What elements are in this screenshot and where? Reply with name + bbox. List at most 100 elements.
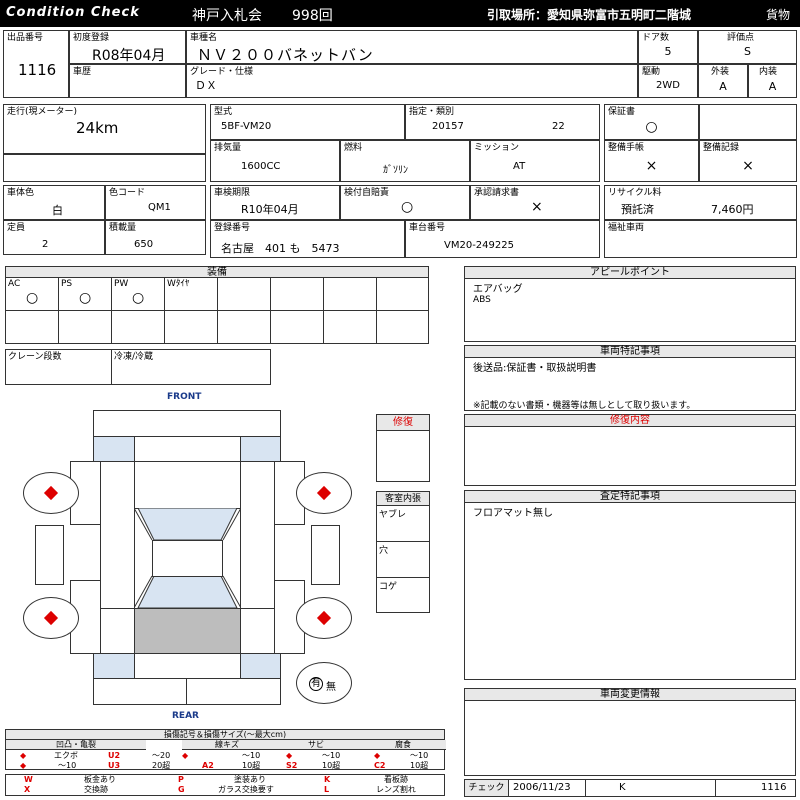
mileage-box: 走行(現メーター) 24km — [3, 104, 206, 154]
rear-label: REAR — [172, 711, 199, 721]
rear-bumper-left — [93, 678, 187, 705]
auction-session: 998回 — [292, 8, 333, 24]
body-color: 白 — [52, 204, 63, 217]
record-box: 整備記録 × — [699, 140, 797, 182]
model-label: 型式 — [214, 107, 233, 117]
inspection-label: 車検期限 — [214, 188, 251, 198]
change-panel: 車両変更情報 — [464, 688, 796, 776]
legend-group-rust: サビ ◆ 〜10 S2 10超 — [272, 740, 360, 770]
load-label: 積載量 — [109, 223, 137, 233]
cabin-label: 客室内張 — [377, 492, 429, 506]
capacity-label: 定員 — [7, 223, 26, 233]
check-row: チェック 2006/11/23 K 1116 — [464, 779, 796, 797]
mileage-label: 走行(現メーター) — [7, 107, 78, 117]
body-color-box: 車体色 白 — [3, 185, 105, 220]
grade: ＤＸ — [195, 79, 217, 92]
cabin-box: 客室内張 ヤブレ 穴 コゲ — [376, 491, 430, 613]
spec-number: 20157 — [432, 121, 464, 132]
grade-label: グレード・仕様 — [190, 67, 254, 77]
assess-line: フロアマット無し — [473, 508, 553, 519]
capacity: 2 — [42, 239, 49, 250]
warranty-box: 保証書 ○ — [604, 104, 699, 140]
mark-x-code: X — [24, 785, 31, 794]
recycle-status: 預託済 — [621, 203, 654, 216]
check-number: 1116 — [761, 782, 787, 793]
repair-detail-title: 修復内容 — [465, 415, 795, 427]
appeal-line-2: ABS — [473, 295, 491, 305]
displacement-box: 排気量 1600CC — [210, 140, 340, 182]
cabin-item-tear: ヤブレ — [377, 506, 429, 542]
spec-label: 指定・類別 — [409, 107, 455, 117]
special-line-1: 後送品:保証書・取扱説明書 — [473, 363, 597, 374]
exterior-box: 外装 A — [698, 64, 748, 98]
interior-grade: A — [768, 80, 777, 93]
special-line-2: ※記載のない書類・機器等は無しとして取り扱います。 — [473, 401, 696, 411]
history-label: 車歴 — [73, 67, 92, 77]
exterior-grade: A — [719, 80, 727, 93]
repair-detail-panel: 修復内容 — [464, 414, 796, 486]
approval-label: 承認請求書 — [474, 188, 520, 198]
fuel-label: 燃料 — [344, 143, 363, 153]
model-code: 5BF-VM20 — [221, 121, 272, 132]
equip-cell-ac: AC ○ — [5, 277, 59, 311]
diamond-icon: ◆ — [20, 751, 27, 760]
mission-label: ミッション — [474, 143, 520, 153]
cabin-item-burn: コゲ — [379, 582, 398, 592]
first-reg-label: 初度登録 — [73, 33, 110, 43]
legend-dent-a: エクボ — [54, 751, 78, 760]
rating-box: 評価点 S — [698, 30, 797, 64]
drive-box: 駆動 2WD — [638, 64, 698, 98]
class-number: 22 — [552, 121, 565, 132]
equip-cell — [323, 277, 377, 311]
tire-rear-left — [23, 597, 79, 639]
record-label: 整備記録 — [703, 143, 740, 153]
door-box: ドア数 5 — [638, 30, 698, 64]
cabin-item-hole: 穴 — [377, 542, 429, 578]
recycle-label: リサイクル料 — [608, 188, 662, 198]
interior-label: 内装 — [759, 67, 778, 77]
legend-group-corrosion: 腐食 ◆ 〜10 C2 10超 — [360, 740, 446, 770]
legend-dent-u2: U2 — [108, 751, 121, 760]
warranty-mark: ○ — [645, 119, 658, 135]
lot-no-label: 出品番号 — [7, 33, 44, 43]
legend-scratch-name: 線キズ — [182, 740, 272, 750]
mark-g-code: G — [178, 785, 185, 794]
appeal-title: アピールポイント — [465, 267, 795, 279]
diamond-icon: ◆ — [374, 751, 381, 760]
rear-right-corner — [240, 653, 281, 679]
auction-name: 神戸入札会 — [192, 8, 262, 24]
vehicle-type: 貨物 — [766, 8, 791, 22]
fuel: ｶﾞｿﾘﾝ — [383, 165, 408, 176]
right-mirror — [311, 525, 340, 585]
assess-title: 査定特記事項 — [465, 491, 795, 503]
rear-center — [134, 653, 241, 679]
door-label: ドア数 — [642, 33, 670, 43]
equip-cell — [376, 310, 429, 344]
legend-scratch-a2: A2 — [202, 761, 214, 770]
warranty-label: 保証書 — [608, 107, 636, 117]
load: 650 — [134, 239, 154, 250]
check-date: 2006/11/23 — [513, 782, 571, 793]
chassis-label: 車台番号 — [409, 223, 446, 233]
registration-box: 登録番号 名古屋 401 も 5473 — [210, 220, 405, 258]
mark-g-text: ガラス交換要す — [218, 785, 274, 794]
equip-ac-label: AC — [8, 279, 21, 289]
recycle-amount: 7,460円 — [711, 203, 754, 216]
mark-k-text: 看板跡 — [384, 775, 408, 784]
mark-w-code: W — [24, 775, 33, 784]
interior-box: 内装 A — [748, 64, 797, 98]
equip-cell — [217, 277, 271, 311]
hood — [134, 436, 241, 462]
legend-corrosion-name: 腐食 — [360, 740, 446, 750]
special-title: 車両特記事項 — [465, 346, 795, 358]
maintenance-label: 整備手帳 — [608, 143, 645, 153]
equip-cell — [270, 277, 324, 311]
equip-ps-label: PS — [61, 279, 73, 289]
recycle-box: リサイクル料 預託済 7,460円 — [604, 185, 797, 220]
model-box: 型式 5BF-VM20 — [210, 104, 405, 140]
legend-dent-d: 20超 — [152, 761, 171, 770]
color-code-label: 色コード — [109, 188, 146, 198]
equip-wtire-label: Wﾀｲﾔ — [167, 279, 190, 289]
body-color-label: 車体色 — [7, 188, 35, 198]
car-name-box: 車種名 ＮＶ２００バネットバン — [186, 30, 638, 64]
